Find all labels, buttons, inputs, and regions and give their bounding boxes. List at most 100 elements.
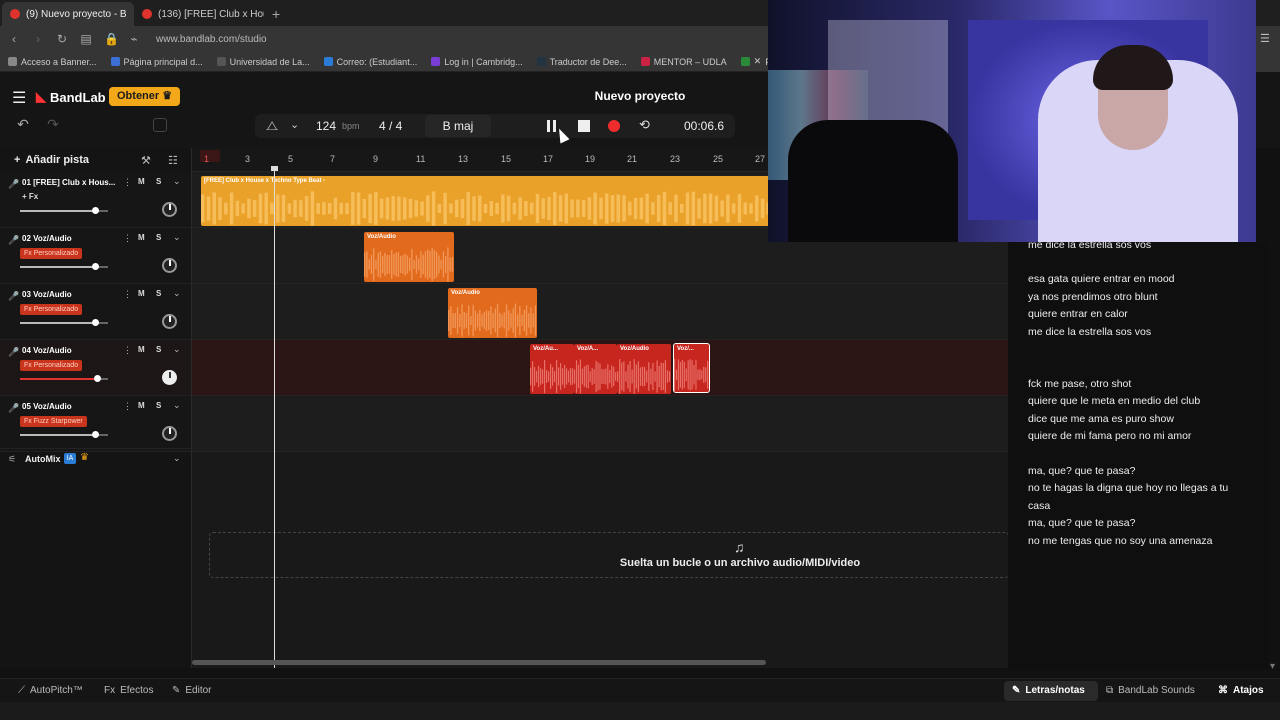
volume-slider[interactable] [20,263,108,270]
menu-icon[interactable]: ☰ [12,88,26,108]
atajos-button[interactable]: ⌘ Atajos [1218,685,1264,696]
track-05[interactable]: 🎤 05 Voz/Audio Fx Fuzz Starpower ⋮ M S ⌄ [0,396,191,452]
track-lane-05[interactable] [192,396,1009,452]
lyric-line[interactable]: ma, que? que te pasa? [1028,517,1135,529]
kebab-icon[interactable]: ⋮ [123,401,132,412]
url-text[interactable]: www.bandlab.com/studio [156,34,267,45]
volume-knob[interactable] [91,431,99,438]
chevron-down-icon[interactable]: ⌄ [173,344,181,355]
pan-knob[interactable] [162,426,177,441]
browser-tab-youtube[interactable]: (136) [FREE] Club x House [134,2,264,26]
audio-clip-vocal[interactable]: Voz/Audio [448,288,537,338]
pan-knob[interactable] [162,202,177,217]
track-04[interactable]: 🎤 04 Voz/Audio Fx Personalizado ⋮ M S ⌄ [0,340,191,396]
volume-knob[interactable] [91,263,99,270]
kebab-icon[interactable]: ⋮ [123,177,132,188]
horizontal-scrollbar[interactable] [192,660,766,665]
audio-clip-vocal[interactable]: Voz/Au... [530,344,574,394]
lyric-line[interactable]: ma, que? que te pasa? [1028,465,1135,477]
bandlab-sounds-button[interactable]: ⧉ BandLab Sounds [1106,685,1195,696]
kebab-icon[interactable]: ⋮ [123,289,132,300]
track-lane-03[interactable]: Voz/Audio [192,284,1009,340]
solo-button[interactable]: S [156,233,161,242]
track-name[interactable]: 04 Voz/Audio [22,346,118,355]
fx-badge[interactable]: Fx Fuzz Starpower [20,416,87,427]
bookmark-item[interactable]: Página principal d... [110,57,203,67]
fx-badge[interactable]: Fx Personalizado [20,304,83,315]
mute-button[interactable]: M [138,289,145,298]
new-tab-button[interactable]: + [264,2,288,26]
mixer-icon[interactable]: ☷ [168,154,178,167]
forward-icon[interactable]: › [32,32,44,46]
solo-button[interactable]: S [156,177,161,186]
lock-icon[interactable]: 🔒 [104,32,119,46]
chevron-down-icon[interactable]: ⌄ [173,453,181,464]
volume-knob[interactable] [91,319,99,326]
time-signature[interactable]: 4 / 4 [379,119,402,133]
audio-clip-vocal[interactable]: Voz/Audio [617,344,671,394]
bandlab-logo[interactable]: ◣ BandLab [36,89,106,105]
track-name[interactable]: 02 Voz/Audio [22,234,118,243]
chevron-down-icon[interactable]: ⌄ [173,288,181,299]
lyric-line[interactable]: quiere entrar en calor [1028,308,1128,320]
site-info-icon[interactable]: ▤ [80,32,92,46]
chevron-down-icon[interactable]: ⌄ [173,176,181,187]
back-icon[interactable]: ‹ [8,32,20,46]
lyric-line[interactable]: dice que me ama es puro show [1028,413,1174,425]
lyric-line[interactable]: no te hagas la digna que hoy no llegas a… [1028,482,1228,494]
volume-slider[interactable] [20,207,108,214]
mute-button[interactable]: M [138,345,145,354]
bookmark-item[interactable]: Universidad de La... [216,57,310,67]
volume-slider[interactable] [20,319,108,326]
fx-badge[interactable]: Fx Personalizado [20,248,83,259]
undo-icon[interactable]: ↶ [12,116,34,136]
audio-clip-vocal[interactable]: Voz/Audio [364,232,454,282]
add-track-button[interactable]: + Añadir pista [14,154,89,166]
volume-slider[interactable] [20,431,108,438]
track-lane-04[interactable]: Voz/Au... Voz/A... Voz/Audio Voz/... [192,340,1009,396]
stop-button[interactable] [578,120,590,132]
mute-button[interactable]: M [138,177,145,186]
browser-tab-active[interactable]: (9) Nuevo proyecto - B [2,2,134,26]
wand-icon[interactable]: ⚒ [141,154,151,167]
bookmark-item[interactable]: Acceso a Banner... [8,57,97,67]
track-03[interactable]: 🎤 03 Voz/Audio Fx Personalizado ⋮ M S ⌄ [0,284,191,340]
lyrics-panel[interactable]: me dice la estrella sos vos esa gata qui… [1008,239,1268,668]
bpm-value[interactable]: 124 [316,119,336,133]
kebab-icon[interactable]: ⋮ [123,345,132,356]
bookmark-item[interactable]: Traductor de Dee... [536,57,627,67]
bookmark-item[interactable]: Log in | Cambridg... [431,57,523,67]
editor-button[interactable]: ✎ Editor [172,685,212,696]
project-title[interactable]: Nuevo proyecto [560,89,720,103]
track-name[interactable]: 05 Voz/Audio [22,402,118,411]
solo-button[interactable]: S [156,289,161,298]
track-01[interactable]: 🎤 01 [FREE] Club x Hous... + Fx ⋮ M S ⌄ [0,172,191,228]
bookmark-item[interactable]: MENTOR – UDLA [640,57,727,67]
volume-knob[interactable] [94,375,102,382]
pan-knob[interactable] [162,314,177,329]
volume-knob[interactable] [91,207,99,214]
metronome-icon[interactable]: ⧍ [266,118,278,134]
lyric-line[interactable]: casa [1028,500,1050,512]
share-icon[interactable]: ⌁ [128,32,140,46]
loop-start-marker[interactable] [200,150,220,162]
reload-icon[interactable]: ↻ [56,32,68,46]
chevron-down-icon[interactable]: ⌄ [290,118,299,131]
volume-slider[interactable] [20,375,108,382]
audio-clip-vocal-selected[interactable]: Voz/... [673,343,710,393]
browser-menu-icon[interactable]: ☰ [1260,32,1270,45]
track-name[interactable]: 03 Voz/Audio [22,290,118,299]
add-fx-button[interactable]: + Fx [22,192,38,201]
lyric-line[interactable]: quiere de mi fama pero no mi amor [1028,430,1191,442]
automix-row[interactable]: ⚟ AutoMix IA ♛ ⌄ [0,448,191,472]
pan-knob[interactable] [162,258,177,273]
record-button[interactable] [608,120,620,132]
pan-knob[interactable] [162,370,177,385]
autopitch-button[interactable]: ⟋ AutoPitch™ [18,685,83,696]
lyric-line[interactable]: fck me pase, otro shot [1028,378,1131,390]
letras-notas-button[interactable]: ✎ Letras/notas [1012,685,1085,696]
lyric-line[interactable]: quiere que le meta en medio del club [1028,395,1200,407]
lyric-line[interactable]: ya nos prendimos otro blunt [1028,291,1158,303]
chevron-down-icon[interactable]: ⌄ [173,232,181,243]
vertical-scrollbar[interactable] [1268,172,1280,672]
